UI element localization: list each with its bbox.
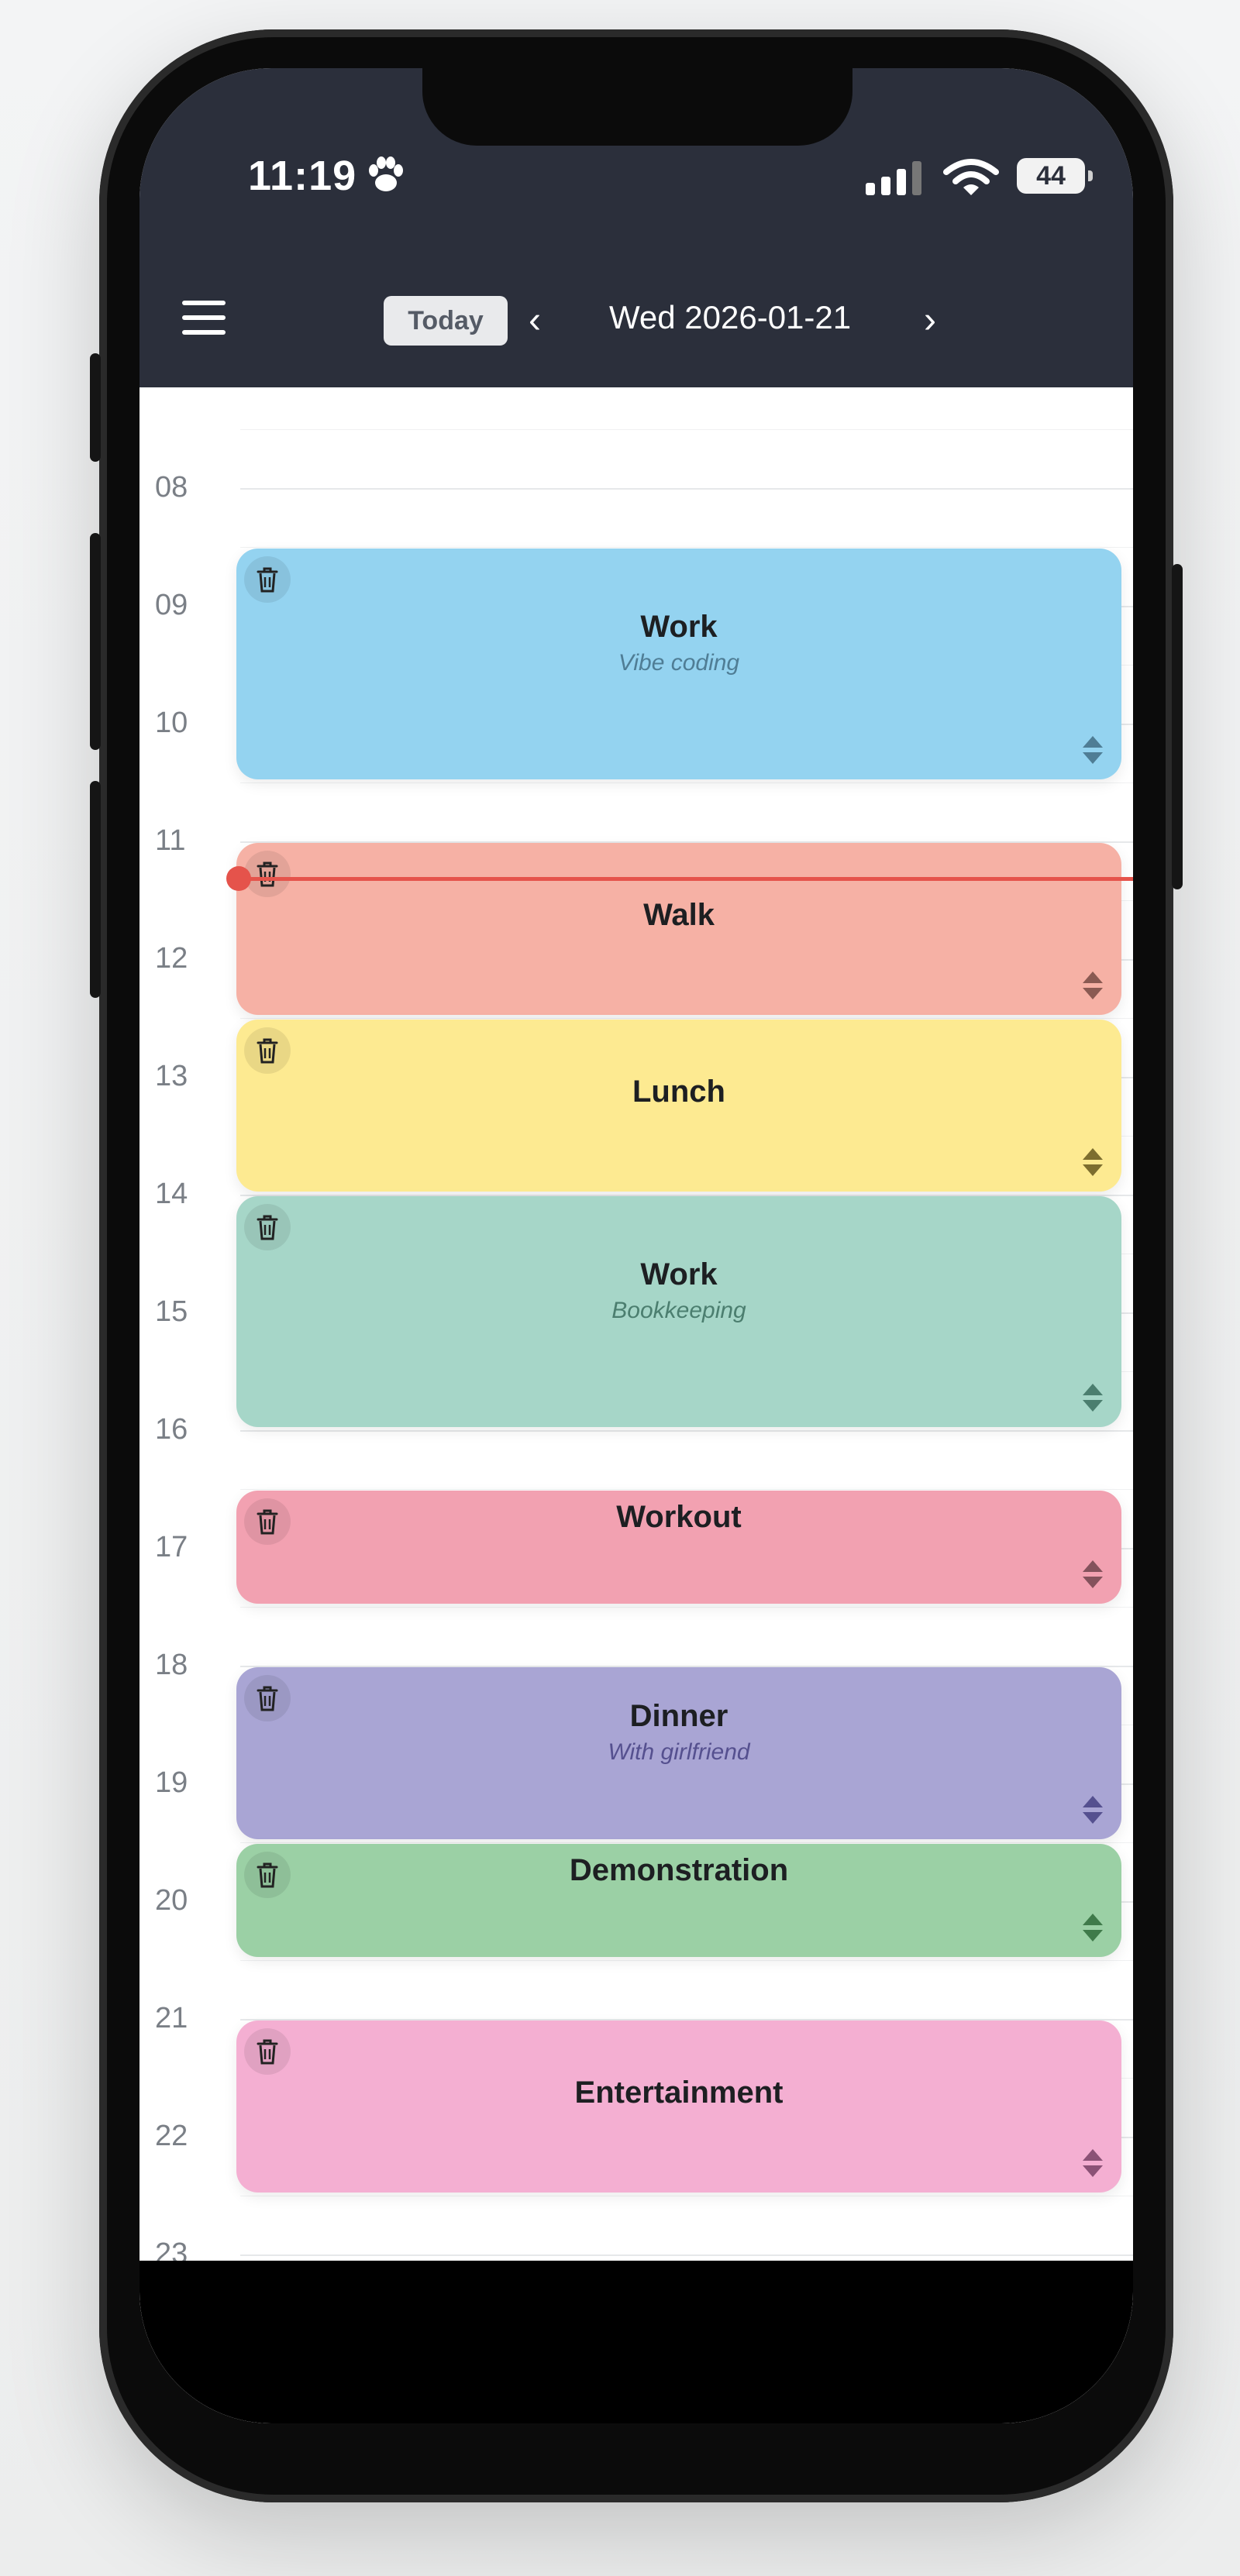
volume-down-button [90,781,101,998]
event-subtitle: With girlfriend [608,1739,750,1765]
hour-label: 10 [155,707,188,739]
event-card[interactable]: Walk [236,843,1121,1015]
event-title: Dinner [629,1699,728,1733]
hour-label: 11 [155,824,186,857]
trash-icon[interactable] [244,556,291,603]
current-time-line [236,877,1133,882]
event-title: Workout [616,1500,742,1534]
half-hour-line [240,1842,1133,1843]
hour-line [240,2254,1133,2256]
resize-handle-icon[interactable] [1081,1912,1104,1943]
event-subtitle: Vibe coding [618,650,740,676]
battery-indicator: 44 [1017,158,1093,194]
hour-label: 08 [155,471,188,504]
hour-label: 18 [155,1649,188,1681]
half-hour-line [240,1960,1133,1961]
current-date: Wed 2026-01-21 [609,299,852,335]
event-card[interactable]: Dinner With girlfriend [236,1667,1121,1839]
power-button [1172,564,1183,889]
chevron-right-icon[interactable]: › [914,297,946,344]
paw-icon [369,156,403,191]
event-subtitle: Bookkeeping [611,1298,746,1323]
resize-handle-icon[interactable] [1081,970,1104,1001]
half-hour-line [240,1018,1133,1019]
trash-icon[interactable] [244,1204,291,1250]
event-card[interactable]: Lunch [236,1020,1121,1192]
hour-label: 15 [155,1295,188,1328]
trash-icon[interactable] [244,1027,291,1074]
menu-icon[interactable] [182,301,226,335]
volume-up-button [90,533,101,750]
bottom-bar [140,2261,1133,2423]
resize-handle-icon[interactable] [1081,2148,1104,2179]
hour-label: 16 [155,1413,188,1446]
resize-handle-icon[interactable] [1081,1147,1104,1178]
trash-icon[interactable] [244,2028,291,2075]
grid-line [240,429,1133,430]
event-title: Walk [643,898,715,932]
wifi-icon [943,159,999,195]
trash-icon[interactable] [244,851,291,897]
hour-label: 21 [155,2002,188,2034]
hour-label: 19 [155,1766,188,1799]
half-hour-line [240,782,1133,783]
hour-label: 12 [155,942,188,975]
hour-label: 13 [155,1060,188,1092]
half-hour-line [240,547,1133,548]
event-title: Work [640,610,718,644]
notch [422,68,852,146]
hour-label: 22 [155,2120,188,2152]
app-header: 11:19 44 Today ‹ Wed 2026-01-21 › [140,68,1133,387]
resize-handle-icon[interactable] [1081,1559,1104,1590]
hour-label: 09 [155,589,188,621]
hour-line [240,488,1133,490]
resize-handle-icon[interactable] [1081,1382,1104,1413]
mute-switch [90,353,101,462]
event-card[interactable]: Demonstration [236,1844,1121,1957]
signal-icon [866,161,921,195]
chevron-left-icon[interactable]: ‹ [519,297,550,344]
event-title: Entertainment [574,2076,784,2110]
status-time: 11:19 [248,153,357,199]
hour-label: 14 [155,1178,188,1210]
event-card[interactable]: Work Bookkeeping [236,1196,1121,1427]
day-timeline[interactable]: 08 09 10 11 12 13 14 15 16 17 18 19 20 21 22 23 Work Vibe… [140,387,1133,2423]
event-card[interactable]: Entertainment [236,2021,1121,2193]
resize-handle-icon[interactable] [1081,1794,1104,1825]
hour-label: 17 [155,1531,188,1563]
hour-line [240,1430,1133,1432]
event-card[interactable]: Workout [236,1491,1121,1604]
hour-label: 20 [155,1884,188,1917]
today-button[interactable]: Today [384,296,508,346]
event-title: Work [640,1257,718,1291]
half-hour-line [240,1489,1133,1490]
event-card[interactable]: Work Vibe coding [236,549,1121,779]
event-title: Lunch [632,1075,725,1109]
half-hour-line [240,1607,1133,1608]
event-title: Demonstration [569,1853,789,1887]
app-screen: 11:19 44 Today ‹ Wed 2026-01-21 › 08 09 … [140,68,1133,2423]
resize-handle-icon[interactable] [1081,734,1104,765]
